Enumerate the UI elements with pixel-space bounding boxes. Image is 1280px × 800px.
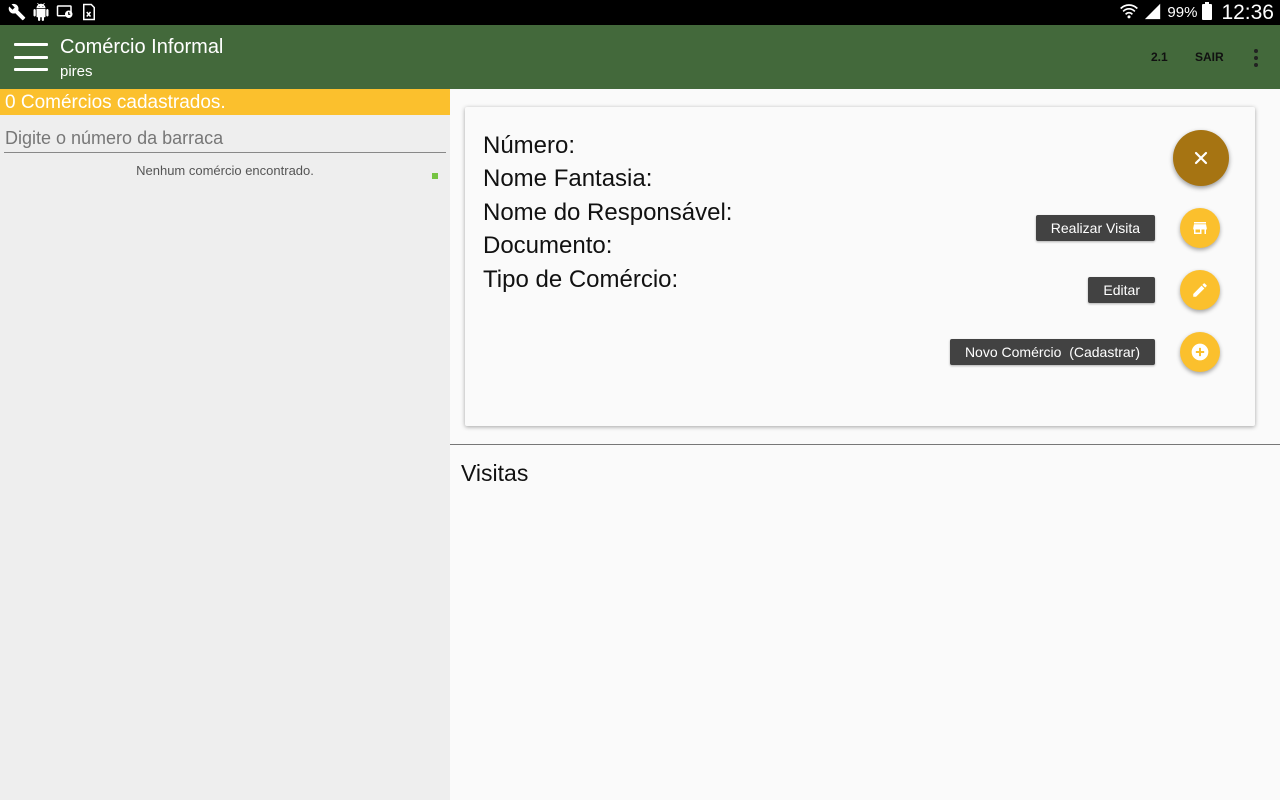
novo-comercio-button[interactable] bbox=[1180, 332, 1220, 372]
status-bar: 99% 12:36 bbox=[0, 0, 1280, 25]
field-nome-responsavel: Nome do Responsável: bbox=[483, 199, 733, 226]
field-documento: Documento: bbox=[483, 232, 613, 259]
close-icon bbox=[1194, 151, 1208, 165]
document-icon bbox=[80, 3, 98, 21]
loading-indicator bbox=[432, 173, 438, 179]
screen-cast-icon bbox=[56, 3, 74, 21]
battery-icon bbox=[1202, 1, 1213, 24]
system-indicators: 99% 12:36 bbox=[1119, 0, 1274, 25]
count-text: 0 Comércios cadastrados. bbox=[5, 92, 226, 113]
clock: 12:36 bbox=[1221, 0, 1274, 24]
editar-label[interactable]: Editar bbox=[1088, 277, 1155, 303]
field-tipo-comercio: Tipo de Comércio: bbox=[483, 266, 679, 293]
novo-comercio-label[interactable]: Novo Comércio (Cadastrar) bbox=[949, 339, 1155, 365]
user-name: pires bbox=[60, 63, 93, 80]
app-title: Comércio Informal bbox=[60, 36, 224, 58]
field-numero: Número: bbox=[483, 132, 576, 159]
commerce-list-panel: 0 Comércios cadastrados. Nenhum comércio… bbox=[0, 89, 450, 800]
editar-button[interactable] bbox=[1180, 270, 1220, 310]
close-fab-button[interactable] bbox=[1173, 130, 1229, 186]
notification-icons bbox=[8, 3, 98, 21]
wifi-icon bbox=[1119, 2, 1139, 24]
realizar-visita-button[interactable] bbox=[1180, 208, 1220, 248]
section-divider bbox=[450, 444, 1280, 445]
search-input[interactable] bbox=[4, 125, 446, 153]
logout-button[interactable]: SAIR bbox=[1195, 50, 1224, 64]
wrench-icon bbox=[8, 3, 26, 21]
commerce-details-card: Número: Nome Fantasia: Nome do Responsáv… bbox=[465, 107, 1255, 426]
pencil-icon bbox=[1193, 283, 1207, 297]
add-circle-icon bbox=[1191, 343, 1209, 361]
app-bar: Comércio Informal pires 2.1 SAIR bbox=[0, 25, 1280, 89]
visits-section-title: Visitas bbox=[461, 460, 529, 486]
android-debug-icon bbox=[32, 3, 50, 21]
signal-icon bbox=[1144, 2, 1162, 24]
realizar-visita-label[interactable]: Realizar Visita bbox=[1035, 215, 1155, 241]
hamburger-menu-icon[interactable] bbox=[14, 43, 48, 71]
empty-list-message: Nenhum comércio encontrado. bbox=[136, 163, 314, 178]
battery-percentage: 99% bbox=[1167, 4, 1198, 21]
store-icon bbox=[1193, 222, 1207, 234]
field-nome-fantasia: Nome Fantasia: bbox=[483, 165, 653, 192]
version-button[interactable]: 2.1 bbox=[1151, 50, 1168, 64]
count-banner: 0 Comércios cadastrados. bbox=[0, 89, 450, 115]
more-options-icon[interactable] bbox=[1249, 49, 1263, 67]
